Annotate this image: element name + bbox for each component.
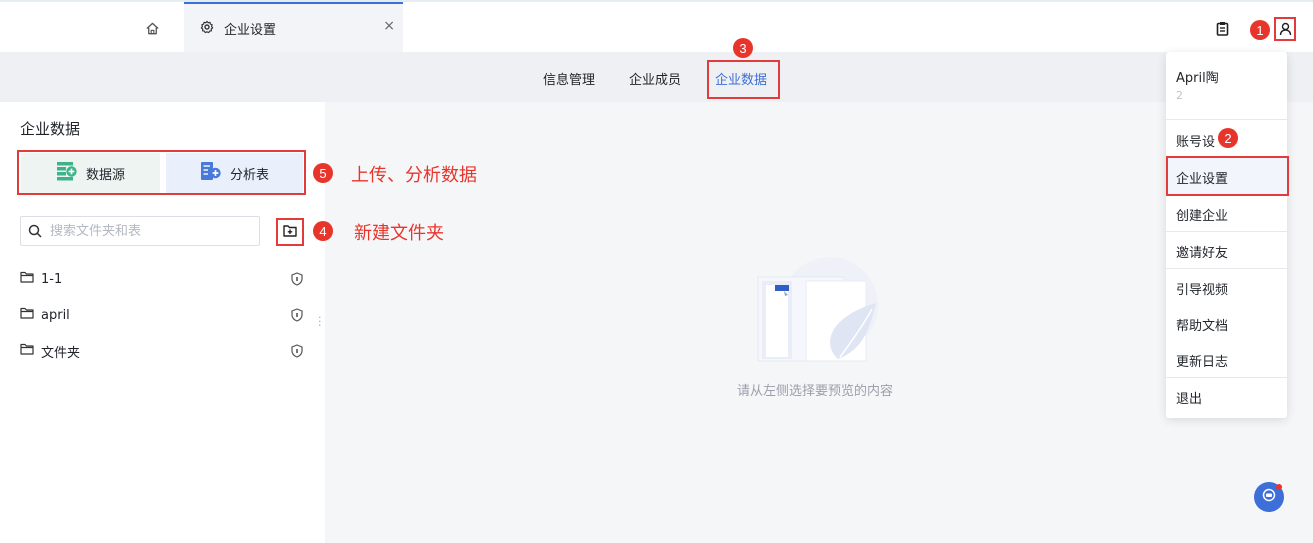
analysis-table-button[interactable]: 分析表 xyxy=(166,153,303,193)
menu-item-logout[interactable]: 退出 xyxy=(1176,388,1202,407)
menu-item-account-settings[interactable]: 账号设 xyxy=(1176,131,1215,150)
top-bar: 企业设置 × xyxy=(0,0,1313,52)
empty-state-text: 请从左侧选择要预览的内容 xyxy=(737,384,894,399)
close-icon[interactable]: × xyxy=(383,18,395,34)
dropdown-user-sub: 2 xyxy=(1176,89,1183,102)
shield-icon[interactable] xyxy=(291,308,303,326)
annotation-badge: 1 xyxy=(1250,20,1270,40)
chat-icon xyxy=(1262,488,1276,506)
search-box xyxy=(20,216,260,246)
subnav-bar: 信息管理 企业成员 企业数据 xyxy=(0,52,1313,102)
dropdown-user-name: April陶 xyxy=(1176,71,1219,86)
analysis-button-label: 分析表 xyxy=(229,167,269,183)
clipboard-icon[interactable] xyxy=(1213,19,1231,37)
user-icon[interactable] xyxy=(1274,17,1296,41)
menu-item-help-docs[interactable]: 帮助文档 xyxy=(1176,315,1228,334)
folder-icon xyxy=(20,343,34,359)
annotation-badge: 5 xyxy=(313,163,333,183)
new-folder-button[interactable] xyxy=(276,218,304,246)
folder-label: 1-1 xyxy=(41,271,63,287)
folder-item[interactable]: 1-1 xyxy=(20,268,310,290)
divider xyxy=(1166,231,1287,232)
shield-icon[interactable] xyxy=(291,272,303,290)
menu-item-enterprise-settings[interactable]: 企业设置 xyxy=(1176,168,1228,187)
notification-dot xyxy=(1276,484,1282,490)
tab-enterprise-settings[interactable]: 企业设置 × xyxy=(184,2,403,52)
search-icon xyxy=(28,224,42,238)
menu-item-changelog[interactable]: 更新日志 xyxy=(1176,351,1228,370)
divider xyxy=(1166,268,1287,269)
tab-label: 企业设置 xyxy=(224,23,277,38)
folder-label: april xyxy=(41,307,70,323)
annotation-badge: 3 xyxy=(733,38,753,58)
folder-icon xyxy=(20,307,34,323)
annotation-upload-note: 上传、分析数据 xyxy=(351,165,477,186)
datasource-button-label: 数据源 xyxy=(85,167,125,183)
menu-item-guide-videos[interactable]: 引导视频 xyxy=(1176,279,1228,298)
gear-icon xyxy=(200,20,214,38)
divider xyxy=(1166,377,1287,378)
home-icon[interactable] xyxy=(140,16,164,40)
panel-title: 企业数据 xyxy=(20,120,81,138)
analysis-add-icon xyxy=(200,161,222,185)
divider xyxy=(1166,119,1287,120)
menu-item-invite-friends[interactable]: 邀请好友 xyxy=(1176,242,1228,261)
folder-label: 文件夹 xyxy=(41,345,81,361)
folder-item[interactable]: april xyxy=(20,304,310,326)
panel-resize-handle[interactable]: · · · xyxy=(318,312,324,331)
datasource-add-icon xyxy=(56,161,78,185)
datasource-button[interactable]: 数据源 xyxy=(21,153,160,193)
folder-add-icon xyxy=(283,224,297,241)
empty-state-illustration xyxy=(748,255,888,371)
folder-item[interactable]: 文件夹 xyxy=(20,340,310,362)
annotation-new-folder-note: 新建文件夹 xyxy=(354,223,444,244)
search-input[interactable] xyxy=(48,222,252,240)
menu-item-create-enterprise[interactable]: 创建企业 xyxy=(1176,205,1228,224)
annotation-badge: 4 xyxy=(313,221,333,241)
annotation-highlight-box xyxy=(707,60,780,99)
shield-icon[interactable] xyxy=(291,344,303,362)
subnav-item-members[interactable]: 企业成员 xyxy=(629,69,681,88)
subnav-item-info-management[interactable]: 信息管理 xyxy=(543,69,595,88)
folder-icon xyxy=(20,271,34,287)
annotation-badge: 2 xyxy=(1218,128,1238,148)
